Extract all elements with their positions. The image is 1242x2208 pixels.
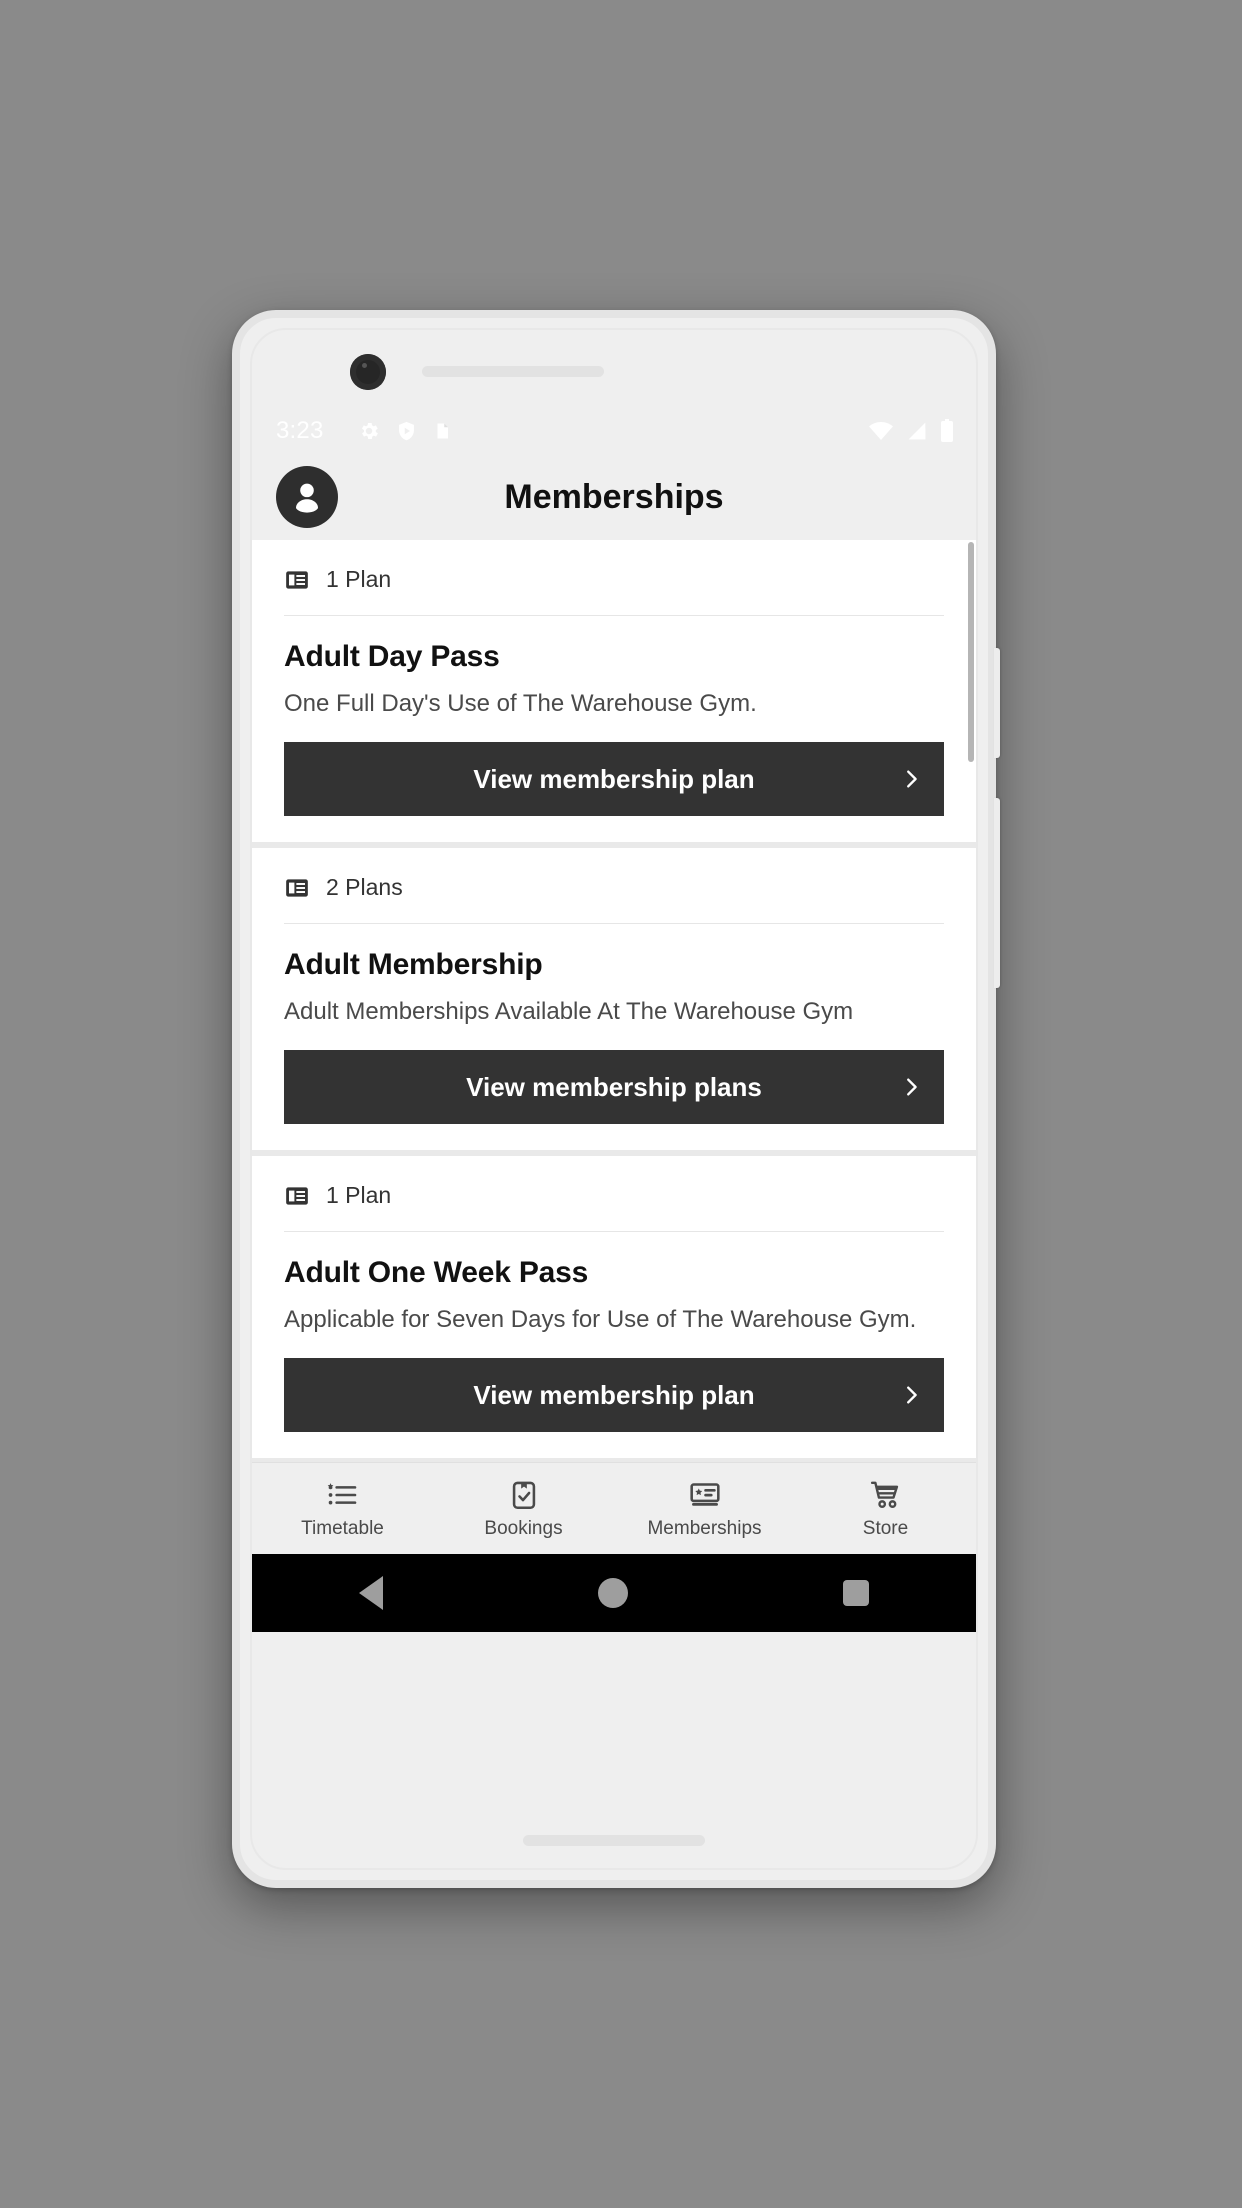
article-icon: [286, 570, 308, 589]
article-icon: [286, 878, 308, 897]
status-bar-right: [868, 419, 954, 443]
clipboard-check-icon: [512, 1481, 535, 1509]
tab-label: Store: [862, 1517, 909, 1539]
status-bar-clock: 3:23: [276, 417, 324, 444]
gear-icon: [361, 423, 378, 439]
view-membership-plan-button[interactable]: View membership plan: [284, 1358, 944, 1432]
tab-label: Bookings: [484, 1517, 563, 1539]
avatar[interactable]: [276, 466, 338, 528]
tab-timetable[interactable]: Timetable: [252, 1478, 433, 1540]
app-bar: Memberships: [252, 454, 976, 540]
scrollbar-thumb[interactable]: [968, 542, 974, 762]
tab-memberships[interactable]: Memberships: [614, 1478, 795, 1540]
shield-play-icon: [398, 421, 414, 441]
status-bar-left: 3:23: [276, 417, 868, 445]
chevron-right-icon: [900, 1076, 922, 1098]
membership-title: Adult Day Pass: [284, 640, 500, 673]
scrollbar-track[interactable]: [968, 540, 974, 1462]
phone-device-frame: 3:23 Memberships 1 Plan Adult Day Pass O…: [232, 310, 1000, 1888]
back-triangle-icon[interactable]: [359, 1576, 384, 1610]
plan-count-row: 2 Plans: [252, 848, 976, 923]
volume-button[interactable]: [994, 798, 1000, 988]
earpiece-speaker: [422, 366, 604, 377]
battery-icon: [941, 419, 953, 442]
phone-screen-bezel: 3:23 Memberships 1 Plan Adult Day Pass O…: [250, 328, 978, 1870]
android-system-navigation: [252, 1554, 976, 1632]
clipboard-icon: [437, 423, 448, 439]
device-top-bezel: [252, 330, 976, 408]
app-screen: 3:23 Memberships 1 Plan Adult Day Pass O…: [252, 408, 976, 1554]
home-circle-icon[interactable]: [597, 1578, 628, 1608]
front-camera-icon: [350, 354, 386, 390]
membership-title: Adult One Week Pass: [284, 1256, 589, 1289]
wifi-icon: [869, 422, 893, 440]
bottom-navigation-bar: Timetable Bookings Memberships Store: [252, 1462, 976, 1554]
membership-title: Adult Membership: [284, 948, 543, 981]
device-bottom-pill: [523, 1835, 705, 1846]
list-star-icon: [327, 1482, 356, 1504]
membership-description: Adult Memberships Available At The Wareh…: [284, 998, 854, 1025]
plan-count-label: 1 Plan: [326, 1182, 392, 1208]
shopping-cart-icon: [870, 1481, 898, 1508]
view-membership-plans-button[interactable]: View membership plans: [284, 1050, 944, 1124]
cta-label: View membership plans: [466, 1071, 762, 1102]
status-bar: 3:23: [252, 408, 976, 454]
plan-count-label: 1 Plan: [326, 566, 392, 592]
chevron-right-icon: [900, 1384, 922, 1406]
membership-list[interactable]: 1 Plan Adult Day Pass One Full Day's Use…: [252, 540, 976, 1462]
account-circle-icon: [296, 483, 318, 513]
view-membership-plan-button[interactable]: View membership plan: [284, 742, 944, 816]
tab-label: Timetable: [301, 1517, 384, 1539]
plan-count-label: 2 Plans: [326, 874, 403, 900]
tab-store[interactable]: Store: [795, 1478, 976, 1540]
cta-label: View membership plan: [473, 763, 755, 794]
recents-square-icon[interactable]: [842, 1580, 869, 1606]
membership-description: Applicable for Seven Days for Use of The…: [284, 1306, 917, 1333]
membership-card[interactable]: 1 Plan Adult Day Pass One Full Day's Use…: [252, 540, 976, 842]
cta-label: View membership plan: [473, 1379, 755, 1410]
chevron-right-icon: [900, 768, 922, 790]
power-button[interactable]: [994, 648, 1000, 758]
plan-count-row: 1 Plan: [252, 1156, 976, 1231]
tab-label: Memberships: [647, 1517, 762, 1539]
membership-card-icon: [689, 1482, 720, 1506]
cell-signal-icon: [908, 422, 926, 440]
membership-card[interactable]: 2 Plans Adult Membership Adult Membershi…: [252, 848, 976, 1150]
article-icon: [286, 1186, 308, 1205]
page-title: Memberships: [504, 477, 724, 516]
tab-bookings[interactable]: Bookings: [433, 1478, 614, 1540]
membership-card[interactable]: 1 Plan Adult One Week Pass Applicable fo…: [252, 1156, 976, 1458]
membership-description: One Full Day's Use of The Warehouse Gym.: [284, 690, 757, 717]
plan-count-row: 1 Plan: [252, 540, 976, 615]
